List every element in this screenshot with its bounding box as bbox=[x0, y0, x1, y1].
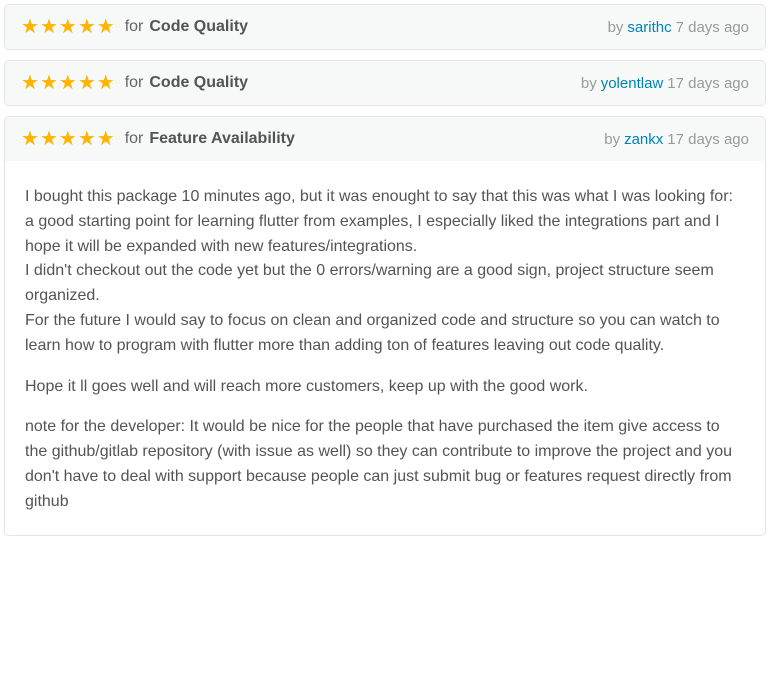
star-icon: ★ bbox=[40, 129, 58, 149]
star-icon: ★ bbox=[78, 17, 96, 37]
star-icon: ★ bbox=[78, 73, 96, 93]
review-header-left: ★★★★★forFeature Availability bbox=[21, 129, 295, 149]
review-card: ★★★★★forFeature Availabilitybyzankx17 da… bbox=[4, 116, 766, 536]
review-paragraph: Hope it ll goes well and will reach more… bbox=[25, 375, 745, 400]
review-card: ★★★★★forCode Qualitybyyolentlaw17 days a… bbox=[4, 60, 766, 106]
time-ago: 7 days ago bbox=[676, 19, 749, 36]
review-card: ★★★★★forCode Qualitybysarithc7 days ago bbox=[4, 4, 766, 50]
star-icon: ★ bbox=[78, 129, 96, 149]
star-icon: ★ bbox=[40, 17, 58, 37]
review-meta: byzankx17 days ago bbox=[604, 131, 749, 148]
star-icon: ★ bbox=[21, 73, 39, 93]
author-link[interactable]: yolentlaw bbox=[601, 75, 664, 92]
review-category: Code Quality bbox=[149, 18, 248, 36]
review-paragraph: note for the developer: It would be nice… bbox=[25, 415, 745, 514]
by-label: by bbox=[604, 131, 620, 148]
star-icon: ★ bbox=[59, 129, 77, 149]
star-rating: ★★★★★ bbox=[21, 73, 115, 93]
review-header-left: ★★★★★forCode Quality bbox=[21, 73, 248, 93]
star-icon: ★ bbox=[40, 73, 58, 93]
star-icon: ★ bbox=[59, 17, 77, 37]
star-icon: ★ bbox=[21, 17, 39, 37]
star-rating: ★★★★★ bbox=[21, 17, 115, 37]
review-header-left: ★★★★★forCode Quality bbox=[21, 17, 248, 37]
star-icon: ★ bbox=[97, 17, 115, 37]
review-header: ★★★★★forFeature Availabilitybyzankx17 da… bbox=[5, 117, 765, 161]
review-meta: bysarithc 7 days ago bbox=[608, 19, 749, 36]
author-link[interactable]: sarithc bbox=[627, 19, 671, 36]
star-icon: ★ bbox=[97, 129, 115, 149]
review-header: ★★★★★forCode Qualitybysarithc7 days ago bbox=[5, 5, 765, 49]
review-category: Code Quality bbox=[149, 74, 248, 92]
by-label: by bbox=[608, 19, 624, 36]
time-ago: 17 days ago bbox=[667, 131, 749, 148]
review-category: Feature Availability bbox=[149, 130, 295, 148]
for-label: for bbox=[125, 130, 144, 148]
star-icon: ★ bbox=[59, 73, 77, 93]
for-label: for bbox=[125, 18, 144, 36]
star-rating: ★★★★★ bbox=[21, 129, 115, 149]
review-meta: byyolentlaw17 days ago bbox=[581, 75, 749, 92]
for-label: for bbox=[125, 74, 144, 92]
review-header: ★★★★★forCode Qualitybyyolentlaw17 days a… bbox=[5, 61, 765, 105]
by-label: by bbox=[581, 75, 597, 92]
time-ago: 17 days ago bbox=[667, 75, 749, 92]
review-paragraph: I bought this package 10 minutes ago, bu… bbox=[25, 185, 745, 359]
review-body: I bought this package 10 minutes ago, bu… bbox=[5, 161, 765, 535]
author-link[interactable]: zankx bbox=[624, 131, 663, 148]
star-icon: ★ bbox=[21, 129, 39, 149]
star-icon: ★ bbox=[97, 73, 115, 93]
